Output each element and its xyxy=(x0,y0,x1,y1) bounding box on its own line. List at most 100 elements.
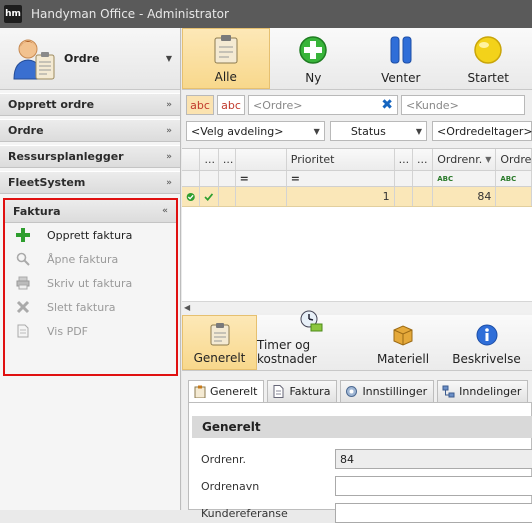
ordredeltager-value: <Ordredeltager> xyxy=(437,124,532,138)
skriv-ut-faktura-item[interactable]: Skriv ut faktura xyxy=(5,271,176,295)
filter-cell[interactable] xyxy=(182,171,201,186)
venter-button[interactable]: Venter xyxy=(357,28,444,89)
filter-cell[interactable] xyxy=(395,171,414,186)
abc-filter-button-1[interactable]: abc xyxy=(186,95,214,115)
apne-faktura-item[interactable]: Åpne faktura xyxy=(5,247,176,271)
startet-button[interactable]: Startet xyxy=(445,28,532,89)
app-logo: hm xyxy=(4,5,22,23)
sub-tabs: Generelt Faktura Innstillinger Inndeling… xyxy=(188,380,529,402)
ordredeltager-dropdown[interactable]: <Ordredeltager> xyxy=(432,121,532,141)
expand-chevron-icon: » xyxy=(166,99,172,110)
chevron-down-icon[interactable]: ▼ xyxy=(166,54,172,63)
subtab-inndelinger[interactable]: Inndelinger xyxy=(437,380,529,402)
field-label: Ordrenavn xyxy=(201,479,260,493)
module-selector[interactable]: Ordre ▼ xyxy=(0,28,180,90)
nav-group-opprett-ordre[interactable]: Opprett ordre » xyxy=(0,93,180,116)
nav-group-faktura[interactable]: Faktura « xyxy=(5,200,176,223)
prioritet-cell: 1 xyxy=(287,187,395,206)
abc-filter-button-2[interactable]: abc xyxy=(217,95,245,115)
nav-group-fleetsystem[interactable]: FleetSystem » xyxy=(0,171,180,194)
col-header[interactable]: ... xyxy=(219,149,236,170)
subtab-generelt[interactable]: Generelt xyxy=(188,380,265,402)
status-ok-icon xyxy=(182,187,201,206)
filter-cell[interactable]: ABC xyxy=(496,171,532,186)
nav-group-ressursplanlegger[interactable]: Ressursplanlegger » xyxy=(0,145,180,168)
filter-cell[interactable] xyxy=(413,171,434,186)
nav-group-ordre[interactable]: Ordre » xyxy=(0,119,180,142)
horizontal-scrollbar[interactable]: ◀ xyxy=(182,301,532,313)
subtab-innstillinger[interactable]: Innstillinger xyxy=(340,380,435,402)
tab-label: Timer og kostnader xyxy=(257,338,317,366)
settings-gear-icon xyxy=(345,385,358,398)
printer-icon xyxy=(15,275,31,291)
clipboard-icon xyxy=(211,34,241,64)
tab-generelt[interactable]: Generelt xyxy=(182,315,257,370)
clipboard-small-icon xyxy=(193,385,206,398)
kunde-placeholder: <Kunde> xyxy=(406,98,459,112)
expand-chevron-icon: » xyxy=(166,151,172,162)
tab-label: Beskrivelse xyxy=(452,352,521,366)
opprett-faktura-item[interactable]: Opprett faktura xyxy=(5,223,176,247)
col-header[interactable] xyxy=(182,149,201,170)
table-row[interactable]: 1 84 xyxy=(182,187,532,207)
avdeling-dropdown[interactable]: <Velg avdeling> ▼ xyxy=(186,121,325,141)
ordrenr-field[interactable]: 84 xyxy=(335,449,532,469)
filter-cell[interactable]: = xyxy=(287,171,395,186)
sub-item-label: Opprett faktura xyxy=(47,228,133,242)
col-header-prioritet[interactable]: Prioritet xyxy=(287,149,395,170)
avdeling-value: <Velg avdeling> xyxy=(191,124,284,138)
subtab-faktura[interactable]: Faktura xyxy=(267,380,338,402)
grid-filter-row: = = ABC ABC xyxy=(182,171,532,187)
search-filter-row: abc abc <Ordre> ✖ <Kunde> xyxy=(182,90,532,120)
generelt-form-panel: Generelt Ordrenr. 84 Ordrenavn Kunderefe… xyxy=(188,402,532,523)
col-header-ordre[interactable]: Ordre xyxy=(496,149,532,170)
table-cell xyxy=(236,187,287,206)
status-toolbar: Alle Ny Venter Startet xyxy=(182,28,532,90)
pdf-document-icon xyxy=(15,323,31,339)
col-header[interactable]: ... xyxy=(395,149,414,170)
clear-x-icon[interactable]: ✖ xyxy=(381,97,393,113)
chevron-down-icon: ▼ xyxy=(313,126,320,136)
col-header[interactable] xyxy=(236,149,287,170)
field-label: Ordrenr. xyxy=(201,452,246,466)
vis-pdf-item[interactable]: Vis PDF xyxy=(5,319,176,343)
filter-cell[interactable] xyxy=(219,171,236,186)
slett-faktura-item[interactable]: Slett faktura xyxy=(5,295,176,319)
subtab-label: Faktura xyxy=(289,385,331,398)
button-label: Venter xyxy=(381,71,421,85)
yellow-circle-icon xyxy=(473,35,503,65)
status-dropdown[interactable]: Status ▼ xyxy=(329,121,427,141)
tab-label: Generelt xyxy=(193,351,246,365)
document-icon xyxy=(272,385,285,398)
tab-beskrivelse[interactable]: Beskrivelse xyxy=(441,315,532,370)
magnifier-icon xyxy=(15,251,31,267)
button-label: Ny xyxy=(305,71,322,85)
green-plus-circle-icon xyxy=(298,35,328,65)
alle-button[interactable]: Alle xyxy=(182,28,270,89)
col-header-ordrenr[interactable]: Ordrenr. ▼ xyxy=(433,149,497,170)
status-value: Status xyxy=(350,124,386,138)
button-label: Alle xyxy=(214,70,237,84)
plus-icon xyxy=(15,227,31,243)
kundereferanse-field[interactable] xyxy=(335,503,532,523)
ordrenavn-field[interactable] xyxy=(335,476,532,496)
col-header[interactable]: ... xyxy=(200,149,219,170)
filter-cell[interactable]: = xyxy=(236,171,287,186)
scroll-left-icon[interactable]: ◀ xyxy=(184,303,190,312)
clipboard-icon xyxy=(208,322,232,346)
orders-grid: ... ... Prioritet ... ... Ordrenr. ▼ Ord… xyxy=(182,148,532,313)
ordre-search-input[interactable]: <Ordre> ✖ xyxy=(248,95,398,115)
ny-button[interactable]: Ny xyxy=(270,28,357,89)
dropdown-filter-row: <Velg avdeling> ▼ Status ▼ <Ordredeltage… xyxy=(182,120,532,142)
collapse-chevron-icon: « xyxy=(162,206,168,216)
kunde-search-input[interactable]: <Kunde> xyxy=(401,95,525,115)
nav-group-label: Ressursplanlegger xyxy=(8,150,124,163)
nav-group-label: Faktura xyxy=(13,204,61,218)
filter-cell[interactable] xyxy=(200,171,219,186)
tab-timer-og-kostnader[interactable]: Timer og kostnader xyxy=(257,310,365,370)
table-cell xyxy=(395,187,414,206)
col-header[interactable]: ... xyxy=(413,149,434,170)
filter-cell[interactable]: ABC xyxy=(433,171,497,186)
sub-item-label: Slett faktura xyxy=(47,300,116,314)
tab-materiell[interactable]: Materiell xyxy=(365,315,441,370)
